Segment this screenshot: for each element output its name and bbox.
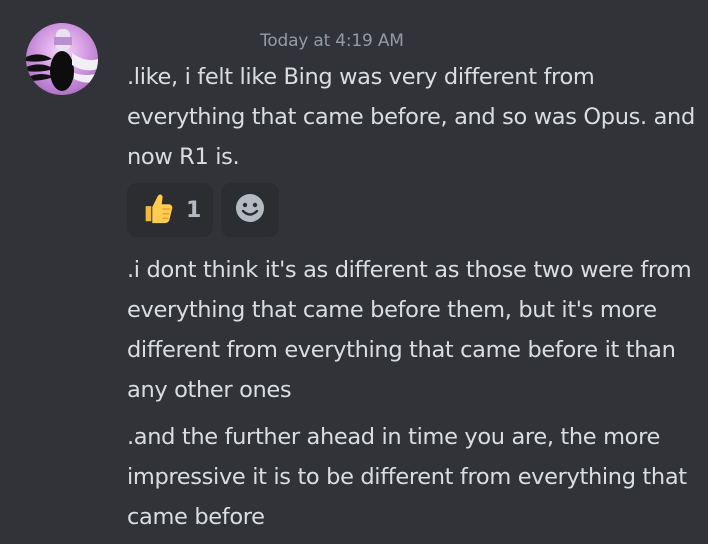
reaction-count: 1	[186, 197, 202, 223]
message-text: .and the further ahead in time you are, …	[127, 424, 687, 530]
add-reaction-smiley-icon	[234, 192, 266, 228]
thumbs-up-icon	[140, 191, 174, 229]
add-reaction-button[interactable]	[221, 183, 279, 237]
avatar-image	[26, 23, 98, 95]
message-text: .i dont think it's as different as those…	[127, 257, 692, 403]
message-timestamp[interactable]: Today at 4:19 AM	[260, 31, 404, 51]
reaction-thumbs-up[interactable]: 1	[127, 183, 213, 237]
user-avatar[interactable]	[26, 23, 98, 95]
message-text: .like, i felt like Bing was very differe…	[127, 64, 695, 170]
reactions-bar: 1	[127, 183, 279, 237]
